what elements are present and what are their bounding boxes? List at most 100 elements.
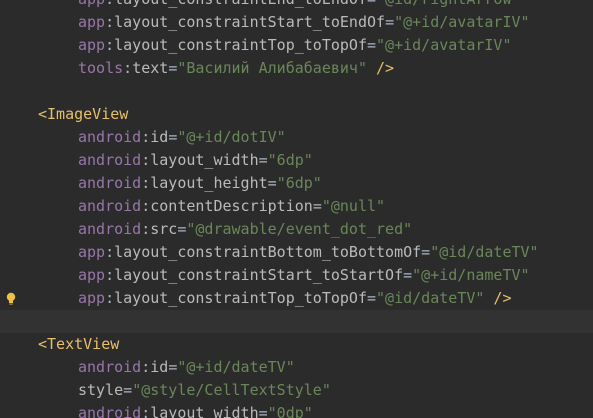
equals-sign: = [168,358,178,376]
attribute-value: "@+id/dotIV" [177,128,286,146]
attribute-namespace: app [78,0,105,8]
attribute-namespace: android [78,220,142,238]
equals-sign: = [123,381,133,399]
attribute-name: layout_constraintStart_toStartOf [114,266,404,284]
code-editor[interactable]: app:layout_constraintEnd_toEndOf="@id/ri… [0,0,593,418]
attribute-namespace: app [78,13,106,31]
attribute-name: layout_width [150,151,259,169]
xml-attribute: android:src="@drawable/event_dot_red" [78,218,412,241]
code-line[interactable]: <TextView [0,333,593,356]
code-line[interactable]: android:src="@drawable/event_dot_red" [0,218,593,241]
attribute-name: layout_width [150,404,259,418]
xml-attribute: app:layout_constraintTop_toTopOf="@id/da… [78,287,512,310]
attribute-value: "@+id/dateTV" [177,358,295,376]
xml-attribute: android:id="@+id/dateTV" [78,356,295,379]
current-line[interactable] [0,310,593,333]
attribute-namespace: app [78,36,106,54]
namespace-colon: : [105,36,115,54]
code-line[interactable]: app:layout_constraintTop_toTopOf="@+id/a… [0,34,593,57]
xml-attribute: app:layout_constraintTop_toTopOf="@+id/a… [78,34,512,57]
namespace-colon: : [105,266,115,284]
namespace-colon: : [105,243,115,261]
code-line[interactable]: android:layout_height="6dp" [0,172,593,195]
code-line[interactable]: android:id="@+id/dotIV" [0,126,593,149]
attribute-name: id [150,128,169,146]
tag-name: <TextView [38,335,120,353]
equals-sign: = [385,13,395,31]
code-line[interactable] [0,80,593,103]
attribute-namespace: android [78,174,142,192]
attribute-namespace: android [78,358,142,376]
xml-attribute: android:contentDescription="@null" [78,195,385,218]
namespace-colon: : [105,13,115,31]
tag-close: /> [484,289,512,307]
attribute-value: "Василий Алибабаевич" [177,59,367,77]
code-line[interactable]: android:layout_width="6dp" [0,149,593,172]
attribute-value: "@+id/avatarIV" [376,36,512,54]
attribute-name: src [150,220,178,238]
lightbulb-icon[interactable] [5,292,17,306]
attribute-value: "@id/rightArrow" [376,0,521,8]
tag-close: /> [367,59,395,77]
code-line[interactable]: <ImageView [0,103,593,126]
namespace-colon: : [105,289,115,307]
attribute-namespace: tools [78,59,124,77]
equals-sign: = [168,59,178,77]
namespace-colon: : [141,220,151,238]
code-line[interactable]: android:contentDescription="@null" [0,195,593,218]
xml-attribute: style="@style/CellTextStyle" [78,379,331,402]
tag-name: <ImageView [38,105,129,123]
attribute-name: style [78,381,124,399]
code-line[interactable]: app:layout_constraintTop_toTopOf="@id/da… [0,287,593,310]
attribute-value: "6dp" [267,151,313,169]
attribute-namespace: android [78,128,142,146]
namespace-colon: : [105,0,114,8]
equals-sign: = [267,174,277,192]
namespace-colon: : [141,174,151,192]
equals-sign: = [367,289,377,307]
namespace-colon: : [141,404,151,418]
attribute-namespace: android [78,151,142,169]
attribute-namespace: app [78,243,106,261]
attribute-name: layout_constraintStart_toEndOf [114,13,386,31]
equals-sign: = [168,128,178,146]
xml-tag: <TextView [38,333,119,356]
code-line[interactable]: app:layout_constraintStart_toStartOf="@+… [0,264,593,287]
attribute-value: "@+id/avatarIV" [394,13,530,31]
equals-sign: = [421,243,431,261]
code-line[interactable]: android:id="@+id/dateTV" [0,356,593,379]
equals-sign: = [258,151,268,169]
code-line[interactable]: tools:text="Василий Алибабаевич" /> [0,57,593,80]
attribute-value: "0dp" [267,404,313,418]
attribute-value: "@id/dateTV" [376,289,485,307]
code-line[interactable]: android:layout_width="0dp" [0,402,593,418]
equals-sign: = [312,197,322,215]
code-line[interactable]: app:layout_constraintBottom_toBottomOf="… [0,241,593,264]
xml-attribute: app:layout_constraintStart_toEndOf="@+id… [78,11,530,34]
attribute-value: "6dp" [276,174,322,192]
code-line[interactable]: app:layout_constraintStart_toEndOf="@+id… [0,11,593,34]
code-line[interactable]: style="@style/CellTextStyle" [0,379,593,402]
namespace-colon: : [123,59,133,77]
namespace-colon: : [141,128,151,146]
attribute-name: layout_height [150,174,268,192]
attribute-name: id [150,358,169,376]
attribute-name: text [132,59,169,77]
equals-sign: = [403,266,413,284]
namespace-colon: : [141,358,151,376]
xml-attribute: android:layout_width="6dp" [78,149,313,172]
namespace-colon: : [141,197,151,215]
equals-sign: = [367,0,376,8]
attribute-namespace: android [78,404,142,418]
namespace-colon: : [141,151,151,169]
attribute-name: layout_constraintEnd_toEndOf [114,0,367,8]
xml-attribute: app:layout_constraintEnd_toEndOf="@id/ri… [78,0,521,11]
attribute-value: "@id/dateTV" [430,243,539,261]
equals-sign: = [367,36,377,54]
attribute-value: "@style/CellTextStyle" [132,381,331,399]
attribute-namespace: android [78,197,142,215]
code-line[interactable]: app:layout_constraintEnd_toEndOf="@id/ri… [0,0,593,11]
attribute-value: "@null" [321,197,386,215]
xml-attribute: android:layout_height="6dp" [78,172,322,195]
xml-attribute: app:layout_constraintStart_toStartOf="@+… [78,264,530,287]
